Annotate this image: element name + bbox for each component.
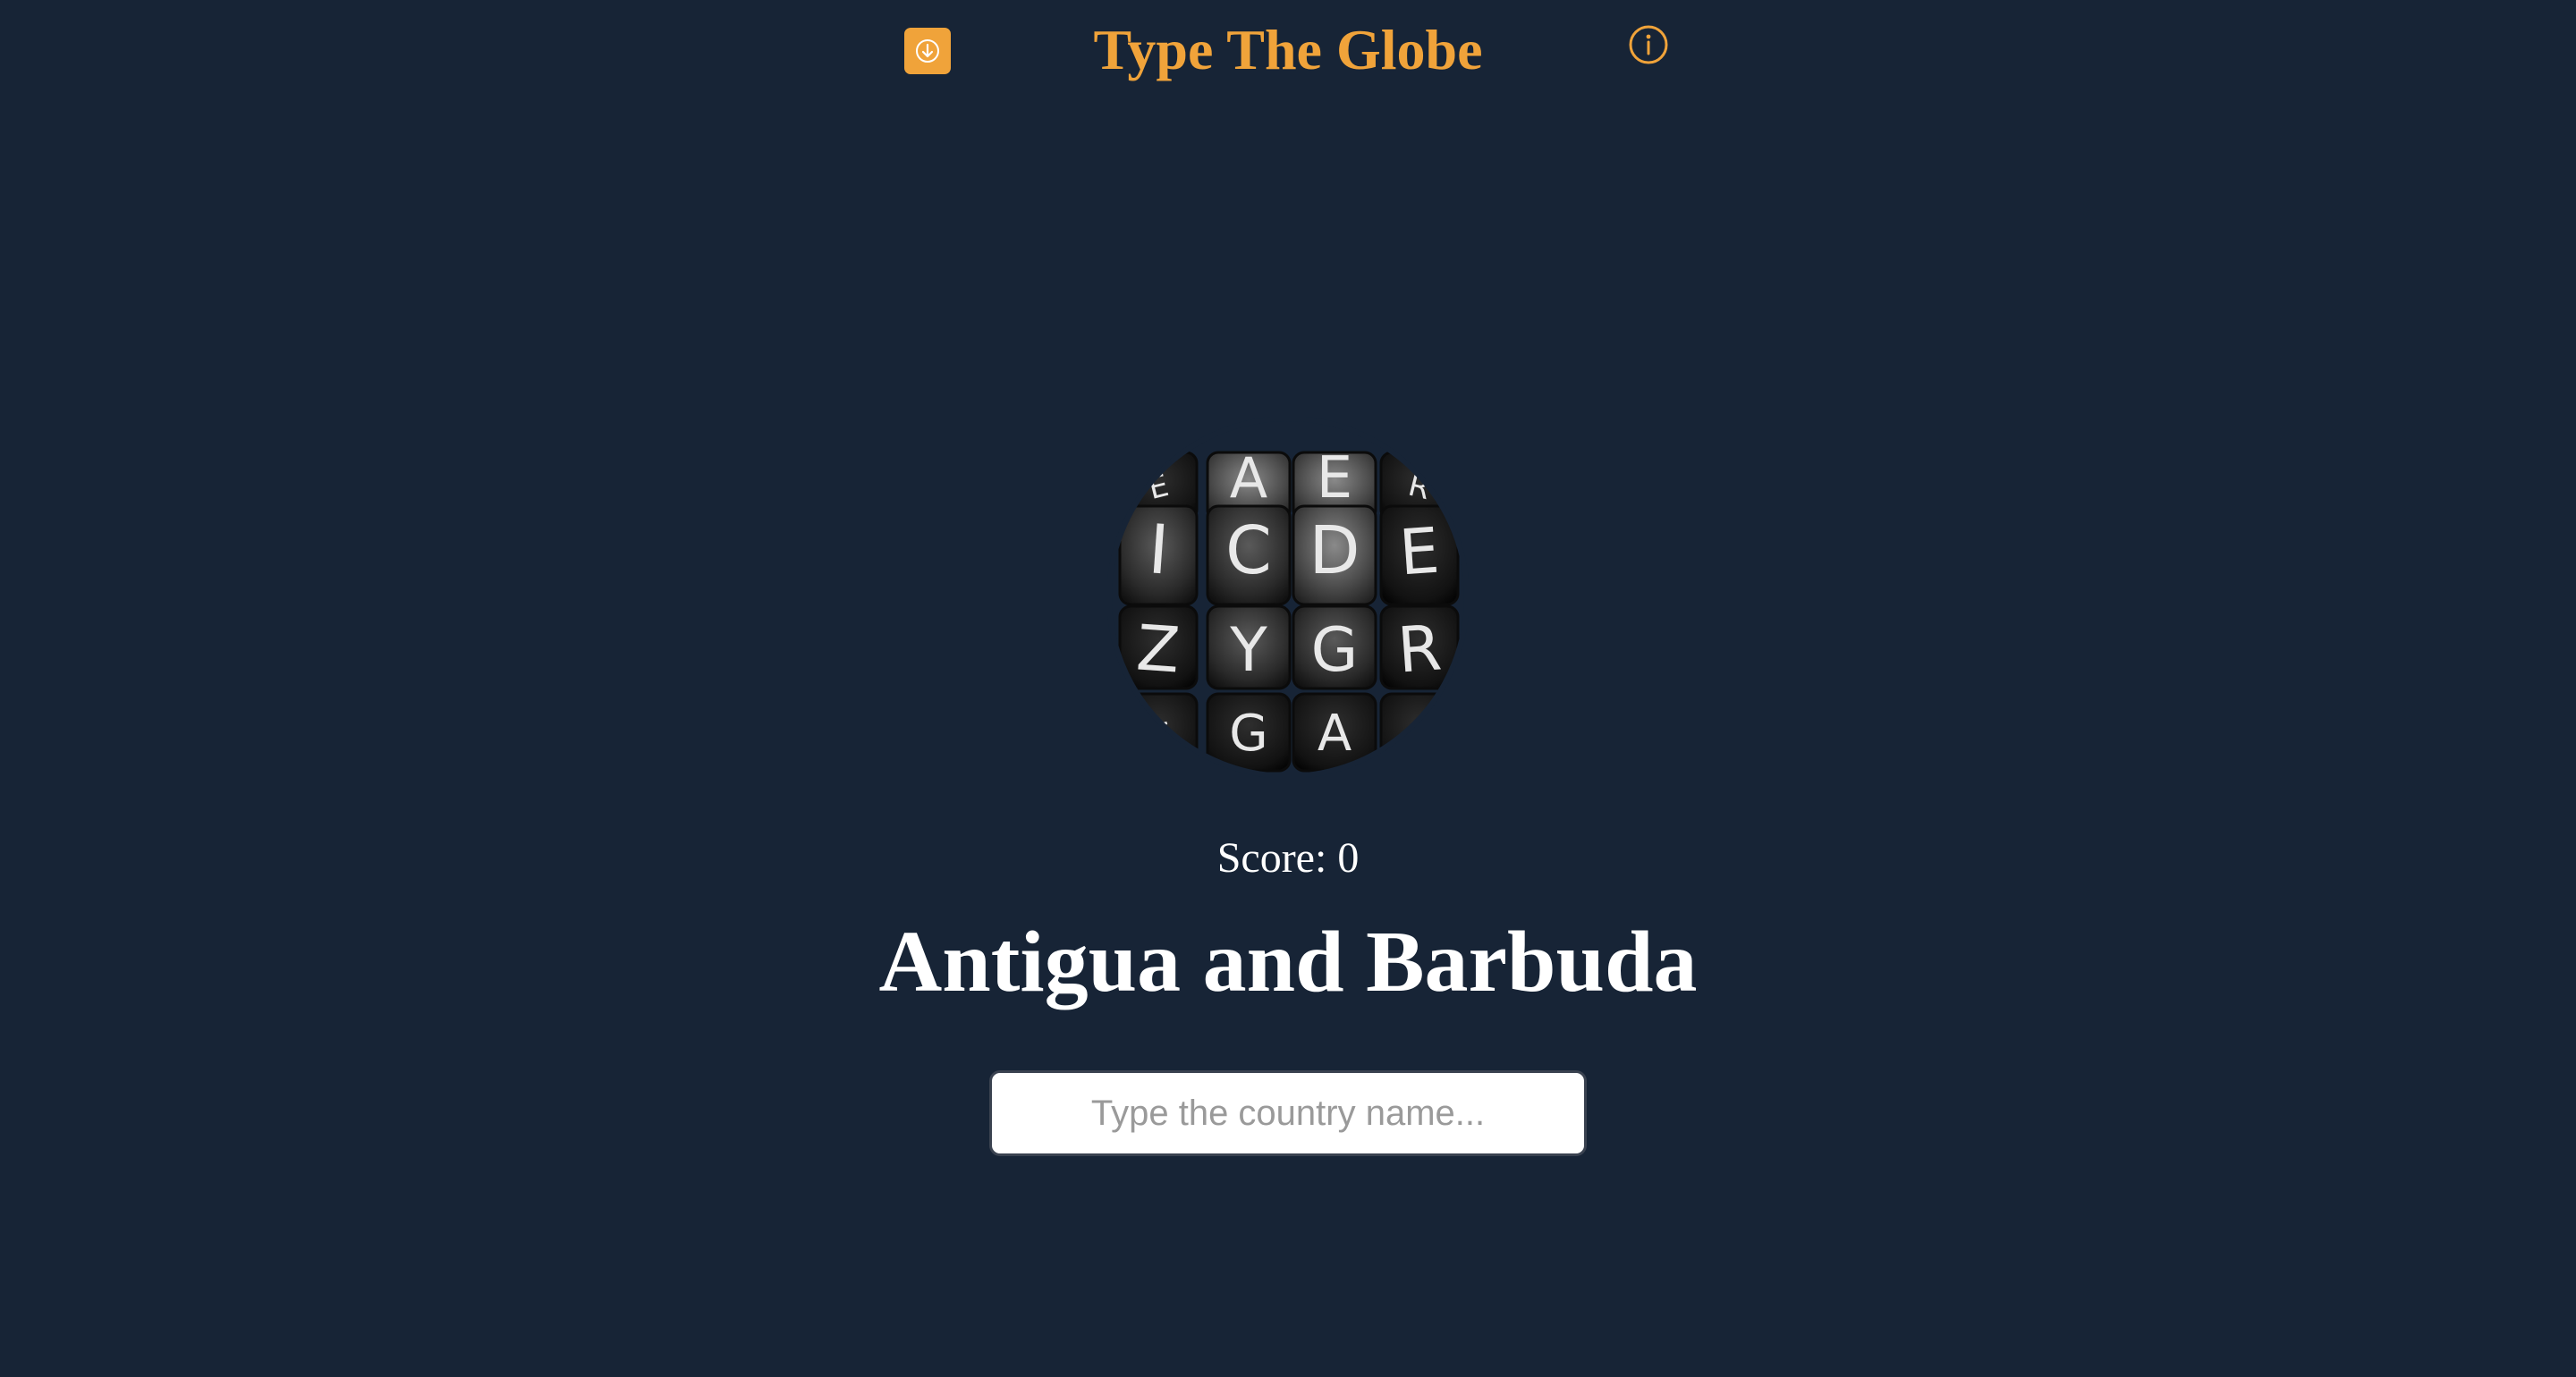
target-country: Antigua and Barbuda [878, 914, 1698, 1010]
header: Type The Globe [0, 0, 2576, 107]
globe-letter: Z [1134, 611, 1182, 687]
globe-letter: G [1229, 705, 1267, 763]
info-circle-icon [1629, 25, 1668, 64]
globe-tile [1118, 692, 1199, 773]
globe-letter: A [1230, 445, 1267, 511]
globe-letter: G [1311, 615, 1359, 686]
letter-globe: EAERICDEZYGRTGAI [1106, 416, 1470, 779]
globe-letter: D [1309, 512, 1360, 589]
score-display: Score: 0 [1216, 834, 1360, 882]
globe-letter: A [1318, 705, 1352, 763]
globe-letter: E [1397, 514, 1442, 590]
globe-tile [1379, 692, 1460, 773]
app-title: Type The Globe [1093, 18, 1483, 81]
globe-letter: E [1317, 445, 1352, 511]
info-button[interactable] [1628, 24, 1669, 65]
globe-letter: R [1395, 611, 1444, 687]
country-answer-input[interactable] [989, 1070, 1587, 1156]
globe-letter: Y [1229, 615, 1267, 686]
globe-letter: C [1225, 512, 1272, 589]
